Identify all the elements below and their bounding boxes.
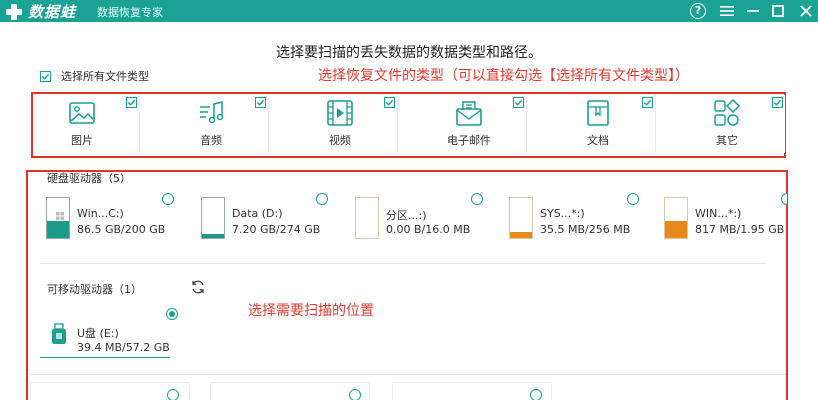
other-type-checkbox[interactable] [772,97,783,108]
drive-radio-d[interactable] [316,193,328,205]
file-type-tile-other[interactable]: 其它 [679,95,785,153]
check-icon [643,99,652,106]
document-type-checkbox[interactable] [642,97,653,108]
image-type-checkbox[interactable] [126,97,137,108]
drive-name: Data (D:) [232,207,283,220]
partial-card[interactable] [210,382,370,400]
app-subtitle: 数据恢复专家 [97,6,163,19]
partial-card[interactable] [392,382,552,400]
drive-radio-usb[interactable] [166,308,178,320]
check-icon [514,99,523,106]
film-icon [327,100,353,126]
check-icon [385,99,394,106]
image-icon [69,102,95,124]
drive-radio-c[interactable] [162,193,174,205]
drive-name: WIN...*:) [695,207,742,220]
other-type-label: 其它 [716,134,738,147]
plus-logo-icon [4,2,24,22]
title-bar: 数据蛙 数据恢复专家 ? [0,0,818,22]
hard-drive-icon [201,197,225,239]
email-type-label: 电子邮件 [447,134,491,147]
removable-drives-label: 可移动驱动器（1） [47,283,142,296]
partial-card-radio[interactable] [349,389,361,400]
minimize-button[interactable] [740,0,766,22]
drive-name: 分区...:) [386,209,427,222]
close-icon [800,5,812,17]
drive-name: Win...C:) [77,207,124,220]
usb-drive-icon [52,323,66,344]
file-type-highlight-box [31,92,786,158]
file-type-tile-image[interactable]: 图片 [34,95,140,153]
maximize-icon [772,5,784,17]
audio-type-label: 音频 [200,134,222,147]
file-type-tile-video[interactable]: 视频 [292,95,398,153]
location-annotation: 选择需要扫描的位置 [248,303,374,319]
instruction-text: 选择要扫描的丢失数据的数据类型和路径。 [276,45,542,61]
file-type-tile-email[interactable]: 电子邮件 [421,95,527,153]
check-icon [773,99,782,106]
drive-usage-fill [202,234,224,238]
drive-size: 39.4 MB/57.2 GB [77,341,170,354]
drive-size: 35.5 MB/256 MB [540,223,631,236]
hard-drive-icon [509,197,533,239]
hard-drive-icon [664,197,688,239]
video-type-checkbox[interactable] [384,97,395,108]
section-divider [40,263,766,264]
partial-card-radio[interactable] [167,389,179,400]
windows-logo-icon [56,212,64,220]
check-icon [127,99,136,106]
drive-usage-fill [510,232,532,238]
drive-usage-fill [47,220,69,238]
partial-card-radio[interactable] [530,389,542,400]
file-type-tile-document[interactable]: 文档 [550,95,656,153]
select-all-checkbox[interactable] [40,70,51,82]
close-button[interactable] [793,0,818,22]
menu-icon [720,6,734,16]
hard-drive-icon [355,197,379,239]
minimize-icon [747,10,759,12]
check-icon [41,73,50,80]
drive-radio-sys[interactable] [627,193,639,205]
drive-size: 0.00 B/16.0 MB [386,223,471,236]
mail-icon [456,101,482,126]
help-button[interactable]: ? [685,0,711,22]
drive-size: 7.20 GB/274 GB [232,223,321,236]
document-icon [587,100,609,126]
image-type-label: 图片 [71,134,93,147]
check-icon [256,99,265,106]
drive-name: SYS...*:) [540,207,585,220]
select-all-row[interactable]: 选择所有文件类型 [40,68,149,84]
drive-radio-partition[interactable] [471,193,483,205]
help-icon: ? [690,3,706,19]
logo-text: 数据蛙 [28,3,77,21]
partial-card[interactable] [30,382,190,400]
document-type-label: 文档 [587,134,609,147]
video-type-label: 视频 [329,134,351,147]
email-type-checkbox[interactable] [513,97,524,108]
select-all-label: 选择所有文件类型 [61,70,149,83]
hard-drives-label: 硬盘驱动器（5） [47,172,131,185]
refresh-icon[interactable] [190,279,206,295]
maximize-button[interactable] [765,0,791,22]
drive-name: U盘 (E:) [77,327,119,340]
grid-shapes-icon [714,98,741,126]
drive-size: 86.5 GB/200 GB [77,223,166,236]
section-divider [30,374,786,375]
drive-usage-fill [665,221,687,238]
type-annotation: 选择恢复文件的类型（可以直接勾选【选择所有文件类型】） [318,68,689,84]
file-type-tile-audio[interactable]: 音频 [163,95,269,153]
audio-type-checkbox[interactable] [255,97,266,108]
drive-size: 817 MB/1.95 GB [695,223,785,236]
hard-drive-icon [46,197,70,239]
drive-radio-win[interactable] [781,193,787,205]
selected-underline [40,357,170,358]
menu-button[interactable] [714,0,740,22]
music-icon [200,101,224,124]
app-logo: 数据蛙 [4,1,76,22]
